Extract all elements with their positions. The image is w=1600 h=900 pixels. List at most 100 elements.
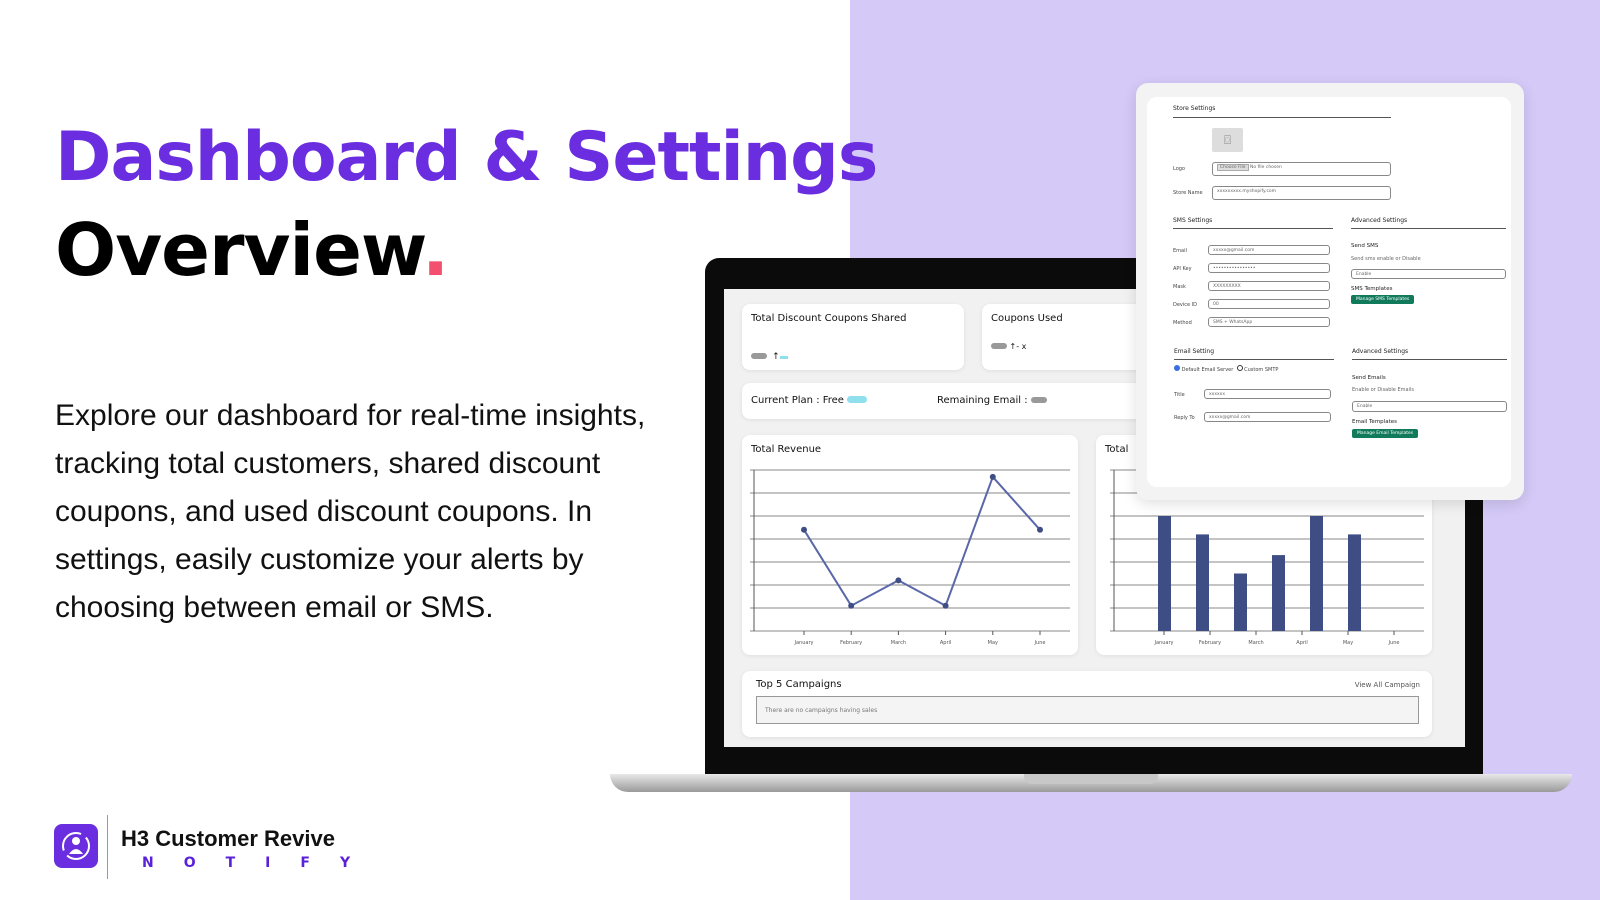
bar bbox=[1310, 516, 1323, 631]
field-input[interactable]: xxxxxx bbox=[1204, 389, 1331, 399]
send-emails-label: Send Emails bbox=[1352, 375, 1386, 381]
sms-settings-title: SMS Settings bbox=[1173, 217, 1213, 224]
revenue-line bbox=[803, 474, 1041, 608]
field-label: Device ID bbox=[1173, 302, 1198, 308]
data-point bbox=[801, 526, 807, 533]
campaigns-card: Top 5 Campaigns View All Campaign There … bbox=[742, 671, 1432, 737]
data-point bbox=[942, 602, 949, 609]
advanced-settings-title: Advanced Settings bbox=[1351, 217, 1408, 224]
x-tick-label: June bbox=[1388, 640, 1400, 646]
x-tick-label: April bbox=[940, 640, 951, 646]
x-tick-label: May bbox=[1343, 640, 1353, 646]
manage-email-templates-button[interactable]: Manage Email Templates bbox=[1352, 429, 1419, 438]
x-tick-label: January bbox=[1154, 640, 1174, 646]
remaining-email-label: Remaining Email : bbox=[937, 395, 1028, 406]
revenue-line-chart: January February March April May June bbox=[750, 469, 1070, 646]
field-input[interactable]: •••••••••••••••• bbox=[1208, 263, 1330, 273]
coupons-shared-title: Total Discount Coupons Shared bbox=[751, 313, 907, 324]
send-emails-desc: Enable or Disable Emails bbox=[1352, 387, 1414, 393]
camera-icon[interactable]: ⌼ bbox=[1212, 128, 1243, 152]
coupons-used-trend: ↑- x bbox=[1009, 342, 1027, 351]
send-sms-label: Send SMS bbox=[1351, 243, 1379, 249]
data-point bbox=[989, 473, 996, 480]
plan-label: Current Plan : Free bbox=[751, 395, 868, 406]
bar bbox=[1158, 516, 1171, 631]
data-point bbox=[895, 577, 902, 584]
radio-custom-smtp[interactable] bbox=[1236, 365, 1243, 371]
divider bbox=[1173, 228, 1333, 229]
bar bbox=[1234, 573, 1247, 631]
hero-subtitle-text: Overview bbox=[55, 208, 423, 292]
campaigns-empty: There are no campaigns having sales bbox=[756, 696, 1419, 724]
campaigns-title: Top 5 Campaigns bbox=[756, 679, 842, 690]
coupons-shared-value: ↑ bbox=[751, 344, 788, 363]
revenue-chart-card: Total Revenue January February March April M… bbox=[742, 435, 1078, 655]
field-label: Email bbox=[1173, 248, 1187, 254]
view-all-campaign-link[interactable]: View All Campaign bbox=[1355, 681, 1420, 689]
coupons-used-title: Coupons Used bbox=[991, 313, 1063, 324]
field-label: Method bbox=[1173, 320, 1192, 326]
x-tick-label: April bbox=[1296, 640, 1307, 646]
field-label: API Key bbox=[1173, 266, 1192, 272]
email-server-radios: Default Email Server Custom SMTP bbox=[1174, 365, 1278, 373]
manage-sms-templates-button[interactable]: Manage SMS Templates bbox=[1351, 295, 1415, 304]
radio-default[interactable] bbox=[1174, 365, 1180, 371]
choose-file-button[interactable]: Choose File bbox=[1217, 164, 1249, 171]
bar bbox=[1272, 555, 1285, 631]
x-tick-label: May bbox=[988, 640, 998, 646]
radio-default-label: Default Email Server bbox=[1181, 367, 1234, 373]
logo-label: Logo bbox=[1173, 166, 1185, 172]
hero-description: Explore our dashboard for real-time insi… bbox=[55, 399, 646, 624]
coupons-used-value: ↑- x bbox=[991, 342, 1026, 351]
advanced-email-title: Advanced Settings bbox=[1352, 348, 1409, 355]
laptop-notch bbox=[1024, 774, 1158, 784]
data-point bbox=[848, 602, 855, 609]
bar bbox=[1348, 534, 1361, 631]
brand-logo-icon bbox=[54, 824, 98, 868]
send-sms-select[interactable]: Enable bbox=[1351, 269, 1506, 279]
plan-text: Current Plan : Free bbox=[751, 395, 844, 406]
radio-custom-label: Custom SMTP bbox=[1244, 367, 1279, 373]
settings-panel: Store Settings ⌼ Logo Choose File No fil… bbox=[1136, 83, 1524, 500]
divider bbox=[1174, 359, 1334, 360]
x-tick-label: June bbox=[1034, 640, 1046, 646]
brand-name: H3 Customer Revive bbox=[121, 826, 335, 851]
remaining-email: Remaining Email : bbox=[937, 395, 1047, 406]
data-point bbox=[1037, 526, 1043, 533]
email-templates-label: Email Templates bbox=[1352, 419, 1397, 425]
send-emails-select[interactable]: Enable bbox=[1352, 401, 1507, 412]
divider bbox=[1351, 228, 1506, 229]
field-input[interactable]: 00 bbox=[1208, 299, 1330, 309]
x-tick-label: February bbox=[840, 640, 862, 646]
x-tick-label: March bbox=[1248, 640, 1263, 646]
x-tick-label: January bbox=[794, 640, 814, 646]
email-setting-title: Email Setting bbox=[1174, 348, 1215, 355]
plan-card: Current Plan : Free Remaining Email : bbox=[742, 383, 1162, 419]
field-input[interactable]: xxxxx@gmail.com bbox=[1208, 245, 1330, 255]
settings-inner: Store Settings ⌼ Logo Choose File No fil… bbox=[1147, 97, 1511, 487]
coupons-shared-card: Total Discount Coupons Shared ↑ bbox=[742, 304, 964, 370]
x-tick-label: February bbox=[1199, 640, 1221, 646]
field-label: Mask bbox=[1173, 284, 1186, 290]
field-label: Title bbox=[1174, 392, 1185, 398]
hero-title: Dashboard & Settings bbox=[55, 118, 878, 197]
brand-divider bbox=[107, 815, 108, 879]
x-tick-label: March bbox=[891, 640, 906, 646]
store-name-input[interactable]: xxxxxxxxx.myshopify.com bbox=[1212, 186, 1391, 200]
store-name-label: Store Name bbox=[1173, 190, 1203, 196]
field-label: Reply To bbox=[1174, 415, 1195, 421]
upgrade-badge[interactable] bbox=[847, 396, 868, 403]
field-input[interactable]: xxxxx@gmail.com bbox=[1204, 412, 1331, 422]
send-sms-desc: Send sms enable or Disable bbox=[1351, 256, 1421, 262]
field-input[interactable]: XXXXXXXXX bbox=[1208, 281, 1330, 291]
hero-subtitle: Overview. bbox=[55, 208, 449, 292]
brand-sub: NOTIFY bbox=[142, 855, 381, 871]
divider bbox=[1352, 359, 1507, 360]
field-input[interactable]: SMS + WhatsApp bbox=[1208, 317, 1330, 327]
logo-file-input[interactable]: Choose File No file chosen bbox=[1212, 162, 1391, 176]
hero-dot: . bbox=[421, 208, 449, 292]
sms-templates-label: SMS Templates bbox=[1351, 286, 1393, 292]
bar bbox=[1196, 534, 1209, 631]
divider bbox=[1173, 117, 1391, 118]
store-settings-title: Store Settings bbox=[1173, 105, 1216, 112]
